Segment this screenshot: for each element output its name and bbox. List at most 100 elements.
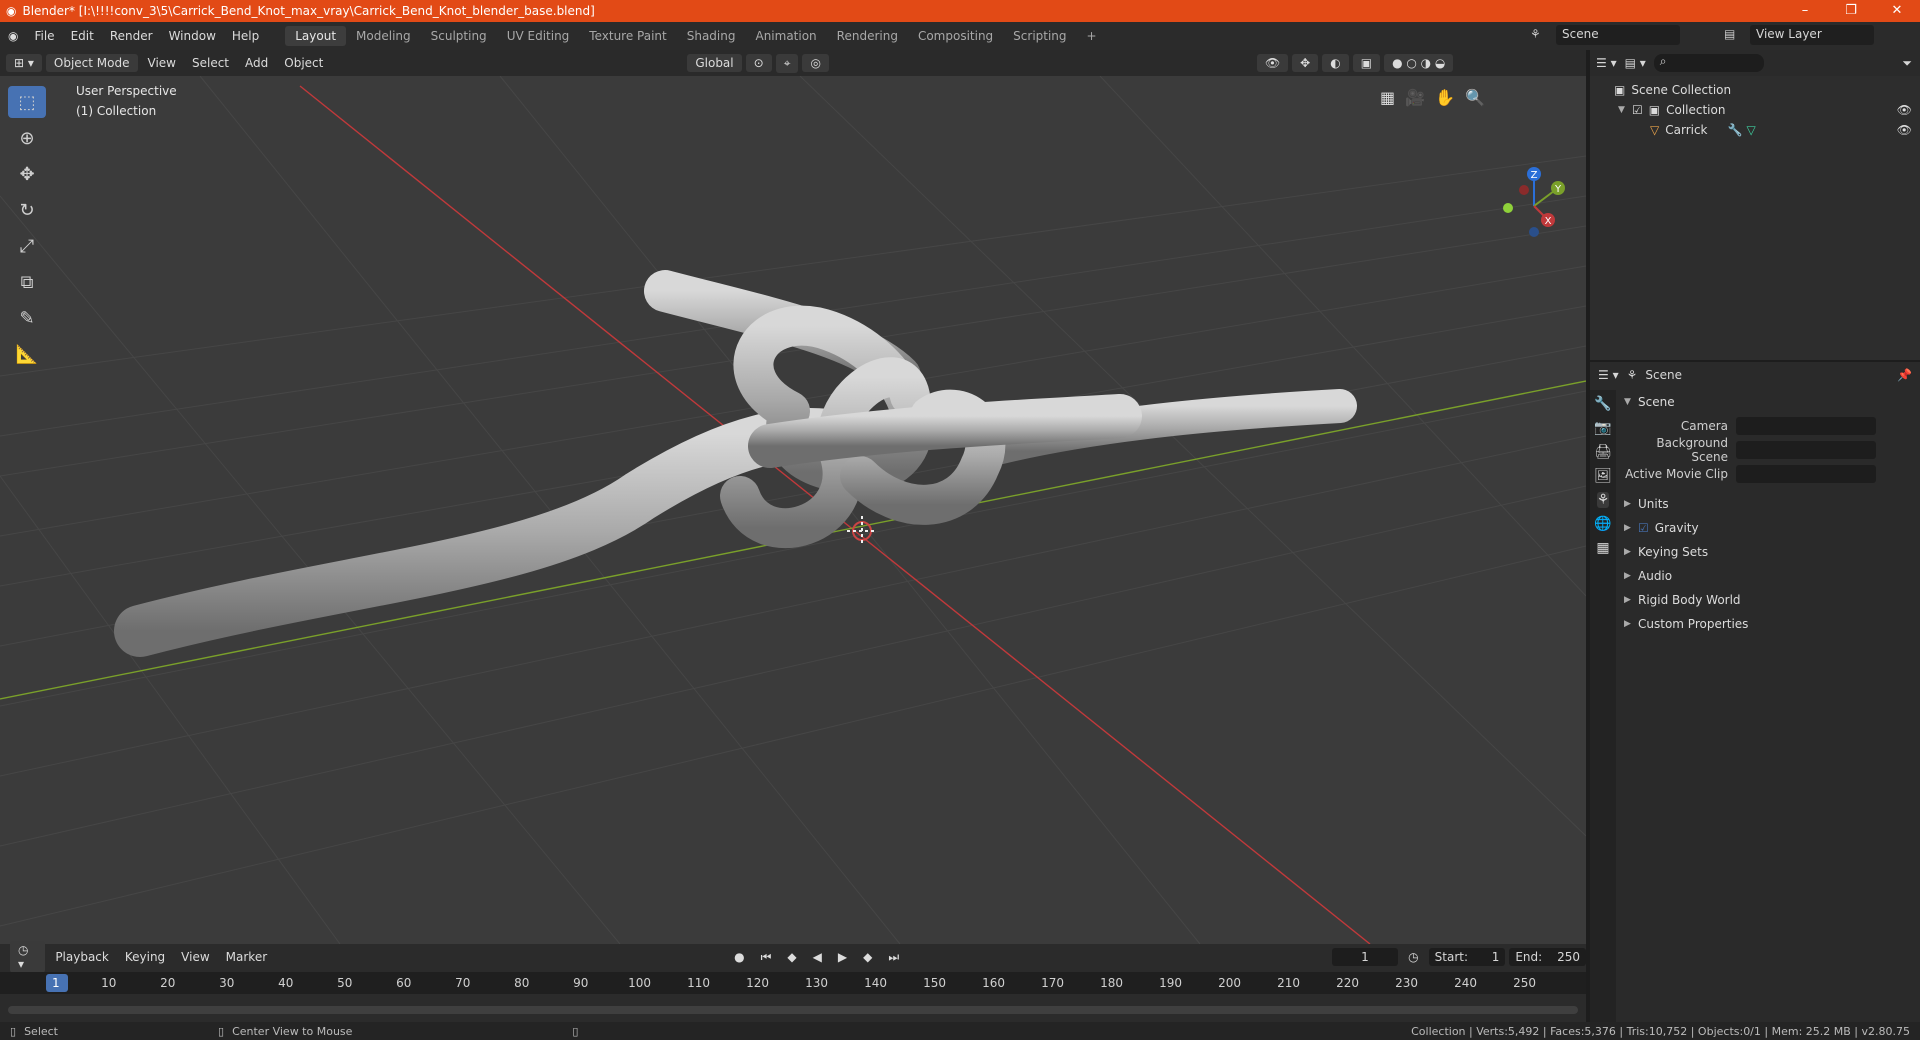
modifier-wrench-icon[interactable]: 🔧: [1728, 123, 1743, 137]
tab-uv-editing[interactable]: UV Editing: [497, 26, 580, 46]
outliner-row-scene-collection[interactable]: ▣ Scene Collection: [1590, 80, 1920, 100]
play-icon[interactable]: ▶: [832, 948, 853, 966]
start-frame-field[interactable]: Start: 1: [1428, 948, 1506, 966]
mesh-data-icon[interactable]: ▽: [1746, 123, 1755, 137]
properties-editor-type-icon[interactable]: ☰ ▾: [1598, 368, 1619, 382]
outliner-editor-type-icon[interactable]: ☰ ▾: [1596, 56, 1617, 70]
menu-file[interactable]: File: [26, 29, 62, 43]
visibility-eye-icon[interactable]: 👁: [1897, 123, 1912, 137]
proportional-edit-icon[interactable]: ◎: [802, 54, 829, 72]
annotate-tool-icon[interactable]: ✎: [8, 302, 46, 334]
view-layer-icon[interactable]: ▤: [1724, 27, 1735, 41]
transform-tool-icon[interactable]: ⧉: [8, 266, 46, 298]
jump-end-icon[interactable]: ⏭: [882, 948, 905, 967]
select-box-tool-icon[interactable]: ⬚: [8, 86, 46, 118]
active-movie-clip-field[interactable]: [1736, 465, 1876, 483]
tool-tab-icon[interactable]: 🔧: [1594, 396, 1611, 412]
prev-keyframe-icon[interactable]: ◆: [781, 948, 802, 966]
gravity-panel[interactable]: ▶ ☑ Gravity: [1618, 516, 1920, 540]
expand-arrow-icon[interactable]: ▼: [1618, 105, 1632, 115]
menu-marker[interactable]: Marker: [220, 948, 273, 966]
gravity-checkbox[interactable]: ☑: [1638, 521, 1649, 535]
pan-hand-icon[interactable]: ✋: [1435, 88, 1455, 107]
timeline-editor-type-button[interactable]: ◷ ▾: [10, 941, 46, 973]
end-frame-field[interactable]: End: 250: [1509, 948, 1586, 966]
world-tab-icon[interactable]: 🌐: [1594, 516, 1611, 532]
overlay-toggle-icon[interactable]: ◐: [1322, 54, 1349, 72]
gizmo-neg-z[interactable]: [1529, 227, 1539, 237]
output-tab-icon[interactable]: 🖨: [1594, 444, 1612, 460]
outliner-search-input[interactable]: ⌕: [1653, 54, 1764, 72]
transform-orientation-selector[interactable]: Global: [687, 54, 742, 72]
play-reverse-icon[interactable]: ◀: [807, 948, 828, 966]
mode-selector[interactable]: Object Mode: [45, 54, 138, 72]
measure-tool-icon[interactable]: 📐: [8, 338, 46, 370]
tab-modeling[interactable]: Modeling: [346, 26, 421, 46]
gizmo-toggle-icon[interactable]: ✥: [1292, 54, 1319, 72]
zoom-icon[interactable]: 🔍: [1465, 88, 1485, 107]
scene-section-header[interactable]: ▼ Scene: [1618, 390, 1920, 414]
timeline-scrollbar[interactable]: [8, 1006, 1578, 1014]
custom-properties-panel[interactable]: ▶ Custom Properties: [1618, 612, 1920, 636]
scale-tool-icon[interactable]: ⤢: [8, 230, 46, 262]
xray-icon[interactable]: ▣: [1352, 54, 1381, 72]
scene-icon[interactable]: ⚘: [1530, 27, 1541, 41]
render-tab-icon[interactable]: 📷: [1594, 420, 1611, 436]
camera-icon[interactable]: 🎥: [1405, 88, 1425, 107]
blender-menu-icon[interactable]: ◉: [0, 29, 26, 43]
menu-timeline-view[interactable]: View: [175, 948, 215, 966]
audio-panel[interactable]: ▶ Audio: [1618, 564, 1920, 588]
close-button[interactable]: ✕: [1874, 0, 1920, 22]
move-tool-icon[interactable]: ✥: [8, 158, 46, 190]
tab-compositing[interactable]: Compositing: [908, 26, 1003, 46]
shading-solid-icon[interactable]: ● ○ ◑ ◒: [1384, 54, 1454, 72]
tab-shading[interactable]: Shading: [677, 26, 746, 46]
display-mode-icon[interactable]: ▤ ▾: [1625, 56, 1646, 70]
next-keyframe-icon[interactable]: ◆: [857, 948, 878, 966]
background-scene-field[interactable]: [1736, 441, 1876, 459]
cursor-tool-icon[interactable]: ⊕: [8, 122, 46, 154]
gizmo-neg-x[interactable]: [1519, 185, 1529, 195]
checkbox-icon[interactable]: ☑: [1632, 103, 1643, 117]
pin-icon[interactable]: 📌: [1897, 368, 1912, 382]
scene-tab-icon[interactable]: ⚘: [1596, 492, 1610, 508]
menu-help[interactable]: Help: [224, 29, 267, 43]
tab-sculpting[interactable]: Sculpting: [421, 26, 497, 46]
editor-type-button[interactable]: ⊞ ▾: [6, 54, 42, 72]
visibility-icon[interactable]: 👁: [1256, 54, 1289, 72]
maximize-button[interactable]: ❐: [1828, 0, 1874, 22]
menu-select[interactable]: Select: [186, 54, 235, 72]
tab-texture-paint[interactable]: Texture Paint: [579, 26, 676, 46]
tab-rendering[interactable]: Rendering: [827, 26, 908, 46]
menu-edit[interactable]: Edit: [63, 29, 102, 43]
record-icon[interactable]: ●: [728, 948, 750, 966]
gizmo-neg-y[interactable]: [1503, 203, 1513, 213]
minimize-button[interactable]: –: [1782, 0, 1828, 22]
toggle-camera-view-icon[interactable]: ▦: [1380, 88, 1395, 107]
menu-playback[interactable]: Playback: [49, 948, 115, 966]
view-layer-selector[interactable]: View Layer: [1750, 25, 1874, 45]
units-panel[interactable]: ▶ Units: [1618, 492, 1920, 516]
keying-sets-panel[interactable]: ▶ Keying Sets: [1618, 540, 1920, 564]
navigation-gizmo[interactable]: Z Y X: [1490, 160, 1580, 250]
rigid-body-world-panel[interactable]: ▶ Rigid Body World: [1618, 588, 1920, 612]
tab-layout[interactable]: Layout: [285, 26, 347, 46]
3d-viewport[interactable]: User Perspective (1) Collection ▦ 🎥 ✋ 🔍 …: [0, 76, 1586, 944]
snap-icon[interactable]: ⌖: [775, 53, 799, 73]
current-frame-field[interactable]: 1: [1331, 948, 1399, 966]
filter-icon[interactable]: ⏷: [1902, 56, 1912, 71]
camera-field[interactable]: [1736, 417, 1876, 435]
visibility-eye-icon[interactable]: 👁: [1897, 103, 1912, 117]
menu-window[interactable]: Window: [161, 29, 224, 43]
outliner-row-collection[interactable]: ▼ ☑ ▣ Collection 👁: [1590, 100, 1920, 120]
view-layer-tab-icon[interactable]: 🖼: [1594, 468, 1612, 484]
outliner-row-carrick[interactable]: ▽ Carrick 🔧 ▽ 👁: [1590, 120, 1920, 140]
tab-animation[interactable]: Animation: [745, 26, 826, 46]
pivot-icon[interactable]: ⊙: [745, 54, 772, 72]
tab-scripting[interactable]: Scripting: [1003, 26, 1076, 46]
menu-keying[interactable]: Keying: [119, 948, 171, 966]
clock-icon[interactable]: ◷: [1402, 948, 1424, 966]
add-workspace-button[interactable]: +: [1077, 26, 1107, 46]
menu-render[interactable]: Render: [102, 29, 161, 43]
menu-add[interactable]: Add: [239, 54, 274, 72]
